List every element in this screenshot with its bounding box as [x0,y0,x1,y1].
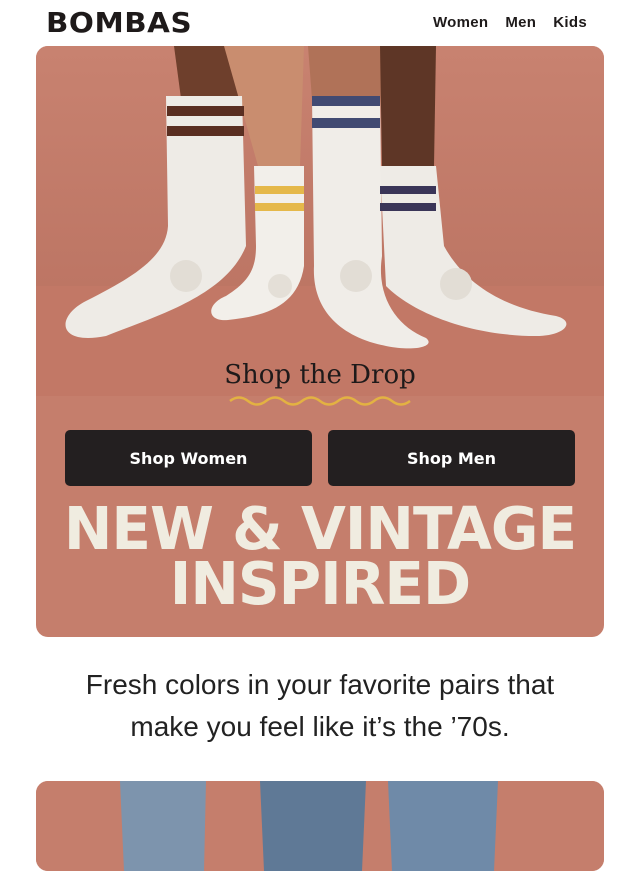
headline-line-2: INSPIRED [169,548,471,619]
shop-men-button[interactable]: Shop Men [328,430,575,486]
hero-banner[interactable]: Shop the Drop Shop Women Shop Men NEW & … [36,46,604,637]
shop-the-drop-title: Shop the Drop [224,360,416,390]
denim-legs-photo [36,781,604,871]
squiggle-underline-icon [229,396,411,406]
site-header: BOMBAS Women Men Kids [0,0,640,46]
headline-line-1: NEW & VINTAGE [63,493,577,564]
hero-headline: NEW & VINTAGE INSPIRED [36,493,604,619]
second-promo-image[interactable] [36,781,604,871]
body-copy: Fresh colors in your favorite pairs that… [40,664,600,748]
nav-kids-link[interactable]: Kids [553,14,587,31]
shop-women-button[interactable]: Shop Women [65,430,312,486]
body-copy-line-2: make you feel like it’s the ’70s. [130,711,510,742]
socks-photo [36,46,604,396]
body-copy-line-1: Fresh colors in your favorite pairs that [85,669,555,700]
nav-women-link[interactable]: Women [433,14,488,31]
bombas-logo[interactable]: BOMBAS [46,6,192,39]
nav-men-link[interactable]: Men [505,14,536,31]
main-nav: Women Men Kids [433,14,587,31]
